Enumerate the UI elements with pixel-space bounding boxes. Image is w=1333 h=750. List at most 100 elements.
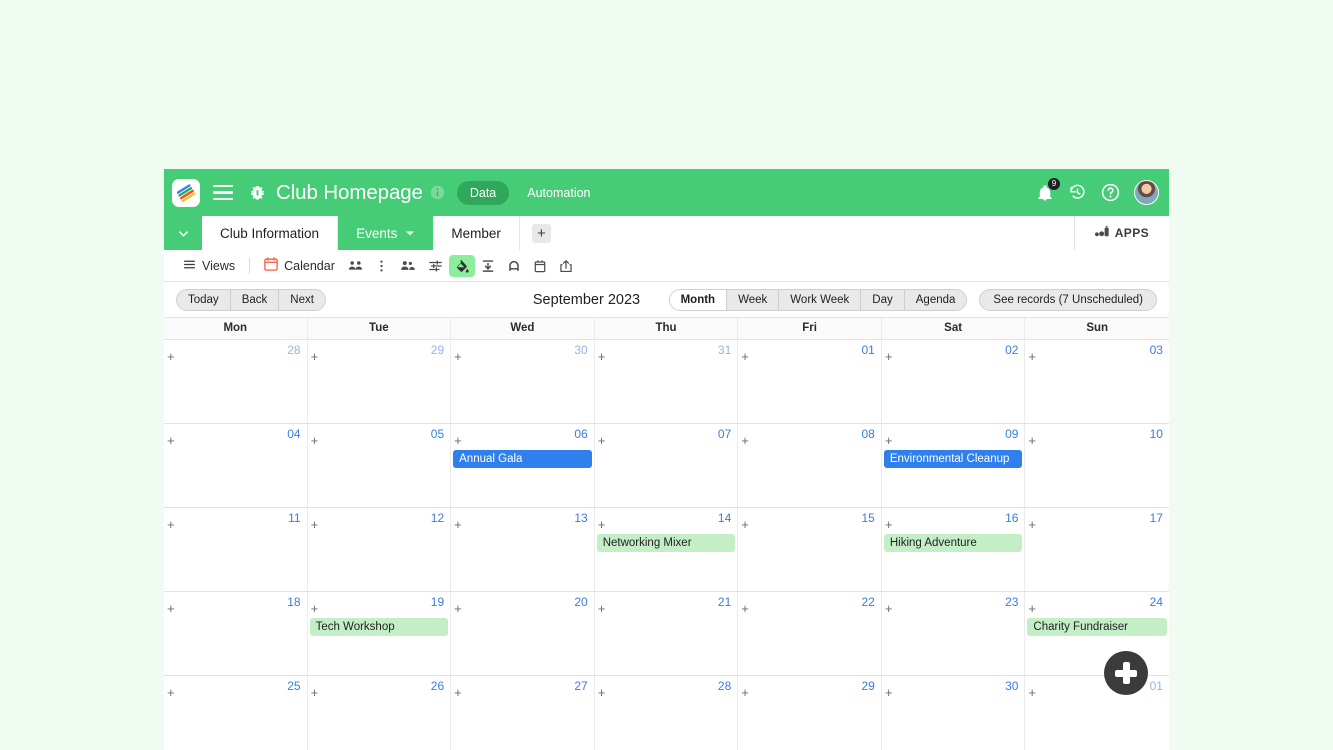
add-event-icon[interactable]: +	[885, 602, 893, 615]
notifications-button[interactable]: 9	[1036, 184, 1054, 202]
see-records-button[interactable]: See records (7 Unscheduled)	[979, 289, 1157, 311]
view-mode-agenda[interactable]: Agenda	[905, 290, 967, 310]
hamburger-menu-icon[interactable]	[213, 185, 233, 201]
add-event-icon[interactable]: +	[167, 518, 175, 531]
calendar-day-cell[interactable]: +03	[1025, 340, 1169, 423]
calendar-day-cell[interactable]: +04	[164, 424, 308, 507]
tab-club-information[interactable]: Club Information	[202, 216, 338, 250]
add-event-icon[interactable]: +	[454, 602, 462, 615]
add-event-icon[interactable]: +	[454, 686, 462, 699]
view-mode-day[interactable]: Day	[861, 290, 904, 310]
calendar-day-cell[interactable]: +15	[738, 508, 882, 591]
add-event-icon[interactable]: +	[1028, 686, 1036, 699]
calendar-day-cell[interactable]: +16Hiking Adventure	[882, 508, 1026, 591]
view-mode-month[interactable]: Month	[670, 290, 727, 310]
calendar-day-cell[interactable]: +25	[164, 676, 308, 750]
magnet-icon[interactable]	[501, 255, 527, 277]
calendar-day-cell[interactable]: +12	[308, 508, 452, 591]
back-button[interactable]: Back	[231, 290, 280, 310]
history-icon[interactable]	[1068, 183, 1087, 202]
calendar-event-chip[interactable]: Networking Mixer	[597, 534, 736, 552]
next-button[interactable]: Next	[279, 290, 325, 310]
add-event-icon[interactable]: +	[311, 602, 319, 615]
add-event-icon[interactable]: +	[598, 350, 606, 363]
airtable-logo-icon[interactable]	[172, 179, 200, 207]
info-icon[interactable]	[430, 185, 445, 200]
add-event-icon[interactable]: +	[454, 350, 462, 363]
calendar-day-cell[interactable]: +27	[451, 676, 595, 750]
calendar-day-cell[interactable]: +11	[164, 508, 308, 591]
add-event-icon[interactable]: +	[885, 686, 893, 699]
calendar-event-chip[interactable]: Environmental Cleanup	[884, 450, 1023, 468]
add-event-icon[interactable]: +	[598, 686, 606, 699]
calendar-day-cell[interactable]: +05	[308, 424, 452, 507]
share-export-icon[interactable]	[553, 255, 579, 277]
tab-member[interactable]: Member	[433, 216, 520, 250]
calendar-day-cell[interactable]: +20	[451, 592, 595, 675]
add-event-icon[interactable]: +	[167, 350, 175, 363]
calendar-day-cell[interactable]: +22	[738, 592, 882, 675]
views-button[interactable]: Views	[176, 255, 242, 277]
row-height-icon[interactable]	[475, 255, 501, 277]
calendar-day-cell[interactable]: +29	[308, 340, 452, 423]
add-event-icon[interactable]: +	[311, 434, 319, 447]
help-icon[interactable]	[1101, 183, 1120, 202]
avatar[interactable]	[1134, 180, 1159, 205]
calendar-event-chip[interactable]: Tech Workshop	[310, 618, 449, 636]
add-event-icon[interactable]: +	[885, 350, 893, 363]
add-event-icon[interactable]: +	[885, 518, 893, 531]
calendar-event-chip[interactable]: Annual Gala	[453, 450, 592, 468]
calendar-day-cell[interactable]: +28	[595, 676, 739, 750]
add-event-icon[interactable]: +	[598, 602, 606, 615]
calendar-day-cell[interactable]: +31	[595, 340, 739, 423]
tab-events[interactable]: Events	[338, 216, 433, 250]
add-event-icon[interactable]: +	[454, 434, 462, 447]
chevron-down-icon[interactable]	[405, 226, 415, 241]
add-event-icon[interactable]: +	[454, 518, 462, 531]
calendar-event-chip[interactable]: Charity Fundraiser	[1027, 618, 1167, 636]
apps-button[interactable]: APPS	[1074, 216, 1169, 250]
view-mode-work-week[interactable]: Work Week	[779, 290, 861, 310]
collaborators-icon[interactable]	[342, 255, 369, 276]
calendar-day-cell[interactable]: +10	[1025, 424, 1169, 507]
calendar-day-cell[interactable]: +07	[595, 424, 739, 507]
calendar-day-cell[interactable]: +01	[738, 340, 882, 423]
add-event-icon[interactable]: +	[741, 434, 749, 447]
calendar-day-cell[interactable]: +02	[882, 340, 1026, 423]
calendar-day-cell[interactable]: +01	[1025, 676, 1169, 750]
add-event-icon[interactable]: +	[311, 518, 319, 531]
trash-calendar-icon[interactable]	[527, 255, 553, 277]
add-event-icon[interactable]: +	[741, 518, 749, 531]
calendar-day-cell[interactable]: +28	[164, 340, 308, 423]
add-event-icon[interactable]: +	[1028, 518, 1036, 531]
calendar-day-cell[interactable]: +08	[738, 424, 882, 507]
calendar-day-cell[interactable]: +29	[738, 676, 882, 750]
calendar-day-cell[interactable]: +19Tech Workshop	[308, 592, 452, 675]
add-event-icon[interactable]: +	[741, 350, 749, 363]
calendar-day-cell[interactable]: +24Charity Fundraiser	[1025, 592, 1169, 675]
add-table-button[interactable]: +	[520, 216, 563, 250]
add-event-icon[interactable]: +	[598, 434, 606, 447]
calendar-day-cell[interactable]: +26	[308, 676, 452, 750]
add-event-icon[interactable]: +	[741, 602, 749, 615]
calendar-day-cell[interactable]: +14Networking Mixer	[595, 508, 739, 591]
data-tab-button[interactable]: Data	[457, 181, 509, 205]
add-event-icon[interactable]: +	[885, 434, 893, 447]
add-event-icon[interactable]: +	[1028, 434, 1036, 447]
view-mode-week[interactable]: Week	[727, 290, 779, 310]
group-people-icon[interactable]	[394, 255, 422, 276]
today-button[interactable]: Today	[177, 290, 231, 310]
calendar-day-cell[interactable]: +06Annual Gala	[451, 424, 595, 507]
calendar-day-cell[interactable]: +13	[451, 508, 595, 591]
add-event-icon[interactable]: +	[167, 434, 175, 447]
add-event-icon[interactable]: +	[311, 686, 319, 699]
add-event-icon[interactable]: +	[167, 602, 175, 615]
color-fill-icon[interactable]	[449, 255, 475, 277]
automation-tab-button[interactable]: Automation	[527, 186, 590, 200]
calendar-day-cell[interactable]: +18	[164, 592, 308, 675]
add-event-icon[interactable]: +	[1028, 350, 1036, 363]
add-event-icon[interactable]: +	[598, 518, 606, 531]
add-event-icon[interactable]: +	[311, 350, 319, 363]
calendar-day-cell[interactable]: +17	[1025, 508, 1169, 591]
add-record-icon[interactable]	[1104, 651, 1148, 695]
